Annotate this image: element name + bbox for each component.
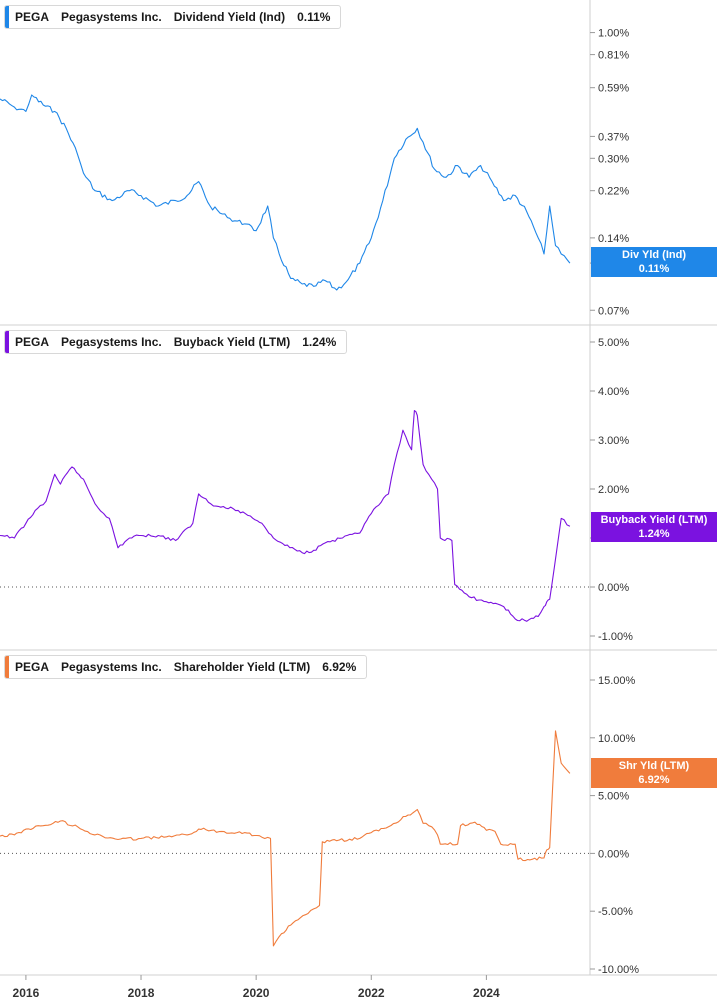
legend-value: 6.92% — [322, 660, 357, 674]
y-tick-label: 0.00% — [598, 582, 629, 594]
legend-shareholder-swatch — [5, 656, 9, 678]
x-tick-label: 2020 — [243, 986, 270, 1000]
legend-metric: Buyback Yield (LTM) — [173, 335, 291, 349]
badge-value: 6.92% — [638, 774, 670, 786]
legend-ticker: PEGA — [15, 10, 50, 24]
x-tick-label: 2016 — [13, 986, 40, 1000]
legend-ticker: PEGA — [15, 660, 50, 674]
y-tick-label: 0.81% — [598, 50, 629, 62]
badge-dividend: Div Yld (Ind) 0.11% — [591, 247, 717, 277]
y-tick-label: 0.30% — [598, 153, 629, 165]
y-tick-label: 1.00% — [598, 28, 629, 40]
yield-charts: 1.00% 0.81% 0.59% 0.37% 0.30% 0.22% 0.14% 0.11%… — [0, 0, 717, 1000]
y-tick-label: 5.00% — [598, 791, 629, 803]
y-tick-label: 0.37% — [598, 131, 629, 143]
y-tick-label: 15.00% — [598, 675, 636, 687]
x-tick-label: 2024 — [473, 986, 500, 1000]
x-tick-label: 2022 — [358, 986, 385, 1000]
y-tick-label: 4.00% — [598, 386, 629, 398]
y-tick-label: 0.14% — [598, 233, 629, 245]
badge-label: Div Yld (Ind) — [622, 249, 686, 261]
badge-label: Buyback Yield (LTM) — [600, 514, 708, 526]
legend-buyback-swatch — [5, 331, 9, 353]
legend-value: 1.24% — [302, 335, 337, 349]
legend-metric: Shareholder Yield (LTM) — [173, 660, 311, 674]
series-line-0 — [0, 94, 571, 291]
legend-shareholder: PEGA Pegasystems Inc. Shareholder Yield … — [4, 655, 368, 679]
y-tick-label: 0.00% — [598, 848, 629, 860]
series-line-2 — [0, 730, 571, 947]
y-tick-label: 10.00% — [598, 733, 636, 745]
y-tick-label: 5.00% — [598, 337, 629, 349]
legend-company: Pegasystems Inc. — [61, 660, 162, 674]
y-tick-label: 2.00% — [598, 484, 629, 496]
badge-value: 0.11% — [638, 263, 670, 275]
y-tick-label: 0.59% — [598, 83, 629, 95]
badge-shareholder: Shr Yld (LTM) 6.92% — [591, 758, 717, 788]
badge-label: Shr Yld (LTM) — [618, 760, 690, 772]
series-line-1 — [0, 410, 571, 622]
badge-buyback: Buyback Yield (LTM) 1.24% — [591, 512, 717, 542]
y-tick-label: 0.22% — [598, 186, 629, 198]
legend-dividend-swatch — [5, 6, 9, 28]
y-tick-label: -5.00% — [598, 906, 633, 918]
legend-ticker: PEGA — [15, 335, 50, 349]
legend-buyback: PEGA Pegasystems Inc. Buyback Yield (LTM… — [4, 330, 348, 354]
x-tick-label: 2018 — [128, 986, 155, 1000]
y-tick-label: -10.00% — [598, 964, 639, 976]
y-tick-label: -1.00% — [598, 631, 633, 643]
legend-company: Pegasystems Inc. — [61, 10, 162, 24]
legend-company: Pegasystems Inc. — [61, 335, 162, 349]
badge-value: 1.24% — [638, 528, 670, 540]
y-tick-label: 0.07% — [598, 305, 629, 317]
legend-dividend: PEGA Pegasystems Inc. Dividend Yield (In… — [4, 5, 342, 29]
legend-value: 0.11% — [297, 10, 331, 24]
y-tick-label: 3.00% — [598, 435, 629, 447]
legend-metric: Dividend Yield (Ind) — [173, 10, 286, 24]
